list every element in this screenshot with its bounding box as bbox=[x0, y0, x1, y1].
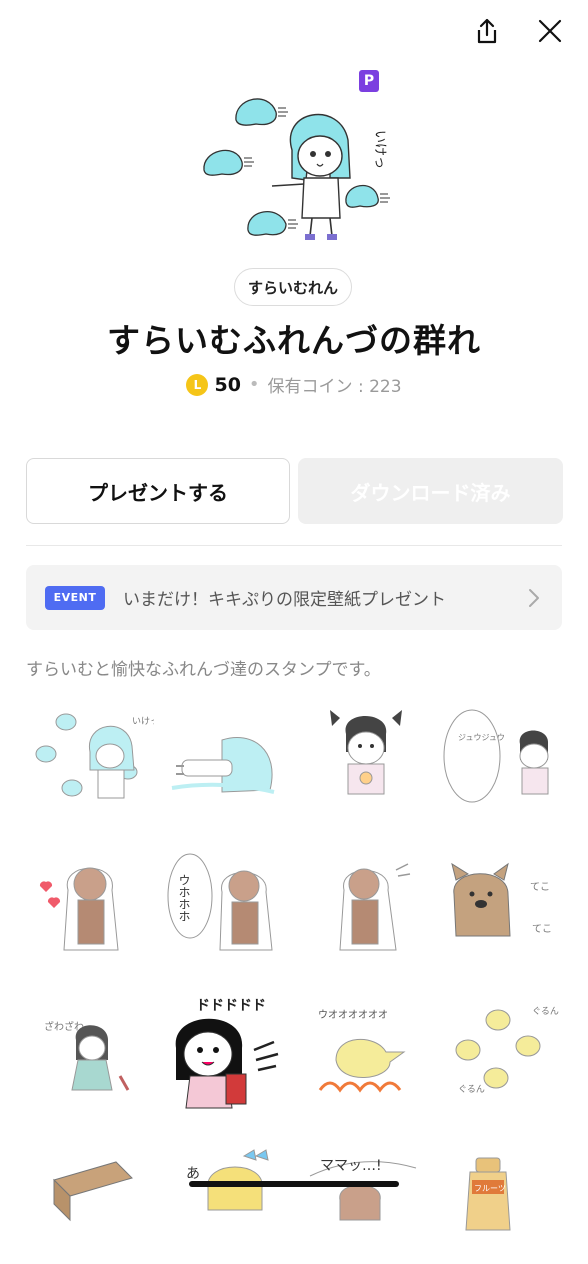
main-sticker-image: いけっ bbox=[203, 98, 390, 240]
price-value: 50 bbox=[214, 373, 241, 396]
svg-text:ウオオオオオオ: ウオオオオオオ bbox=[318, 1009, 388, 1021]
sticker-image bbox=[330, 710, 402, 795]
share-button[interactable] bbox=[470, 14, 504, 48]
sticker-item[interactable]: ウホホホ bbox=[162, 840, 292, 960]
sticker-image: ウオオオオオオ bbox=[318, 1009, 406, 1093]
event-badge: EVENT bbox=[45, 585, 105, 610]
sticker-item[interactable] bbox=[300, 840, 430, 960]
sticker-item[interactable]: ジュウジュウ bbox=[438, 700, 568, 820]
event-banner[interactable]: EVENT いまだけ！キキぷりの限定壁紙プレゼント bbox=[26, 565, 562, 630]
close-icon bbox=[538, 19, 562, 43]
divider bbox=[26, 545, 562, 546]
sticker-item[interactable]: フルーツ bbox=[438, 1140, 568, 1260]
sticker-item[interactable] bbox=[300, 700, 430, 820]
sticker-item[interactable] bbox=[24, 1140, 154, 1260]
top-bar bbox=[0, 0, 588, 64]
sticker-item[interactable]: ぐるん ぐるん bbox=[438, 990, 568, 1110]
svg-text:てこ: てこ bbox=[532, 924, 552, 935]
sticker-item[interactable]: ドドドドド bbox=[162, 990, 292, 1110]
sticker-item[interactable] bbox=[162, 700, 292, 820]
sticker-item[interactable]: ママッ…! bbox=[300, 1140, 430, 1260]
sticker-image: フルーツ bbox=[465, 1157, 511, 1231]
sticker-image: てこ てこ bbox=[451, 862, 552, 937]
premium-badge-icon: P bbox=[359, 70, 379, 92]
svg-text:ぐるん: ぐるん bbox=[532, 1006, 559, 1017]
sticker-image bbox=[171, 736, 275, 794]
sticker-image: ウホホホ bbox=[167, 853, 273, 951]
sticker-image: ぐるん ぐるん bbox=[455, 1006, 559, 1095]
svg-text:てこ: てこ bbox=[530, 882, 550, 893]
sticker-image: ジュウジュウ bbox=[443, 709, 549, 803]
chevron-right-icon bbox=[529, 588, 539, 607]
svg-text:いけっ: いけっ bbox=[372, 130, 387, 169]
sticker-image: ざわざわ bbox=[44, 1020, 130, 1091]
svg-text:ジュウジュウ: ジュウジュウ bbox=[458, 733, 505, 742]
present-button[interactable]: プレゼントする bbox=[26, 458, 290, 524]
sticker-title: すらいむふれんづの群れ bbox=[107, 321, 481, 360]
author-chip[interactable]: すらいむれん bbox=[234, 268, 352, 306]
sticker-image: ママッ…! bbox=[309, 1158, 417, 1221]
sticker-image bbox=[339, 863, 411, 951]
sticker-item[interactable]: ざわざわ bbox=[24, 990, 154, 1110]
price-row: L 50 • 保有コイン : 223 bbox=[0, 372, 588, 397]
svg-text:ぐるん: ぐるん bbox=[458, 1084, 485, 1095]
sticker-image: いけっ bbox=[35, 713, 159, 799]
close-button[interactable] bbox=[533, 14, 567, 48]
line-coin-icon: L bbox=[186, 373, 209, 396]
sticker-image bbox=[53, 1161, 133, 1222]
sticker-image: あ bbox=[186, 1149, 269, 1211]
sticker-image: ドドドドド bbox=[175, 998, 279, 1109]
sticker-item[interactable]: いけっ bbox=[24, 700, 159, 820]
event-text: いまだけ！キキぷりの限定壁紙プレゼント bbox=[123, 590, 446, 610]
sticker-item[interactable]: ウオオオオオオ bbox=[300, 990, 430, 1110]
svg-text:あ: あ bbox=[186, 1166, 200, 1182]
sticker-item[interactable]: てこ てこ bbox=[438, 840, 568, 960]
home-indicator bbox=[189, 1181, 399, 1187]
sticker-image bbox=[39, 867, 119, 951]
sticker-description: すらいむと愉快なふれんづ達のスタンプです。 bbox=[26, 660, 381, 680]
svg-text:フルーツ: フルーツ bbox=[474, 1184, 506, 1193]
downloaded-button[interactable]: ダウンロード済み bbox=[298, 458, 563, 524]
svg-text:ママッ…!: ママッ…! bbox=[320, 1158, 382, 1174]
share-icon bbox=[477, 18, 497, 44]
svg-text:ドドドドド: ドドドドド bbox=[196, 998, 266, 1014]
slime-icon bbox=[203, 98, 379, 236]
svg-text:ウホホホ: ウホホホ bbox=[177, 874, 191, 922]
separator-dot: • bbox=[248, 374, 260, 395]
owned-coins: 保有コイン : 223 bbox=[267, 377, 402, 397]
sticker-item[interactable]: あ bbox=[162, 1140, 292, 1260]
sticker-item[interactable] bbox=[24, 840, 154, 960]
svg-text:いけっ: いけっ bbox=[132, 716, 154, 727]
